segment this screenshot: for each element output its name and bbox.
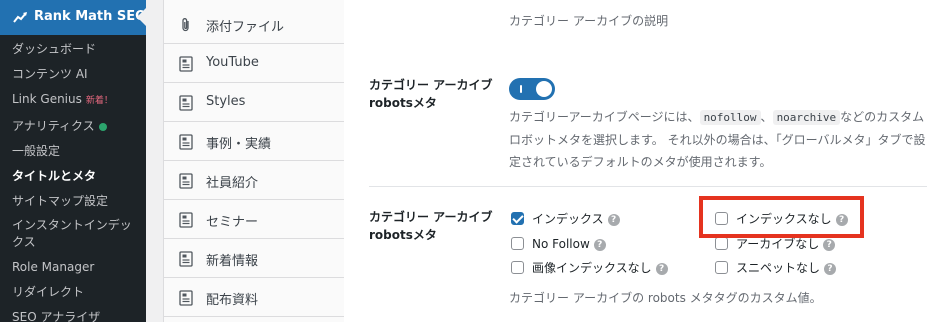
menu-item-label: Link Genius xyxy=(12,92,82,106)
menu-item-seo-analyzer[interactable]: SEO アナライザ xyxy=(0,308,146,322)
menu-item-titles-meta[interactable]: タイトルとメタ xyxy=(0,167,146,185)
field-description: カテゴリー アーカイブの説明 xyxy=(509,14,669,28)
code-noarchive: noarchive xyxy=(772,110,841,125)
option-text: No Follow xyxy=(532,237,590,251)
tab-attachments[interactable]: 添付ファイル xyxy=(164,6,344,44)
menu-item-label: リダイレクト xyxy=(12,285,85,299)
robots-meta-label: カテゴリー アーカイブrobotsメタ xyxy=(369,210,493,242)
index-checkbox[interactable] xyxy=(511,212,524,225)
menu-item-label: ダッシュボード xyxy=(12,42,97,56)
menu-item-dashboard[interactable]: ダッシュボード xyxy=(0,40,146,58)
tab-seminars[interactable]: セミナー xyxy=(164,201,344,239)
help-icon[interactable]: ? xyxy=(824,262,837,275)
rank-math-submenu: ダッシュボード コンテンツ AI Link Genius 新着！ アナリティクス … xyxy=(0,40,146,322)
option-text: アーカイブなし xyxy=(736,237,820,251)
menu-item-label: アナリティクス xyxy=(12,119,95,133)
menu-item-label: SEO アナライザ xyxy=(12,310,101,322)
nofollow-checkbox[interactable] xyxy=(511,237,524,250)
document-icon xyxy=(179,134,193,150)
tab-label: 添付ファイル xyxy=(206,20,285,35)
menu-item-label: コンテンツ AI xyxy=(12,67,88,81)
menu-item-general-settings[interactable]: 一般設定 xyxy=(0,142,146,160)
option-label: インデックス? xyxy=(532,210,620,228)
paperclip-icon xyxy=(182,18,189,32)
settings-panel: カテゴリー アーカイブの説明 カテゴリー アーカイブrobotsメタ カテゴリー… xyxy=(344,0,946,322)
tab-downloads[interactable]: 配布資料 xyxy=(164,279,344,317)
option-text: スニペットなし xyxy=(736,261,821,275)
status-dot-icon xyxy=(98,122,107,131)
tab-staff[interactable]: 社員紹介 xyxy=(164,162,344,200)
section-divider xyxy=(369,186,927,187)
menu-item-instant-indexing[interactable]: インスタントインデックス xyxy=(0,217,137,251)
option-text: インデックス xyxy=(532,212,604,226)
nosnippet-checkbox[interactable] xyxy=(715,261,728,274)
admin-sidebar: Rank Math SEO ダッシュボード コンテンツ AI Link Geni… xyxy=(0,0,146,322)
tab-label: Styles xyxy=(206,94,246,109)
toggle-on-icon xyxy=(520,85,522,93)
tab-label: 新着情報 xyxy=(206,254,259,269)
current-menu-arrow xyxy=(137,8,146,26)
document-icon xyxy=(179,56,193,72)
document-icon xyxy=(179,95,193,111)
menu-item-sitemap[interactable]: サイトマップ設定 xyxy=(0,192,146,210)
rank-math-title: Rank Math SEO xyxy=(34,9,146,24)
menu-item-label: タイトルとメタ xyxy=(12,169,97,183)
help-icon[interactable]: ? xyxy=(655,262,668,275)
help-icon[interactable]: ? xyxy=(593,238,606,251)
document-icon xyxy=(179,212,193,228)
tab-news[interactable]: 新着情報 xyxy=(164,240,344,278)
new-badge: 新着！ xyxy=(85,96,113,106)
code-nofollow: nofollow xyxy=(699,110,761,125)
tab-styles[interactable]: Styles xyxy=(164,84,344,122)
custom-robots-label: カテゴリー アーカイブrobotsメタ xyxy=(369,78,493,110)
menu-item-content-ai[interactable]: コンテンツ AI xyxy=(0,65,146,83)
tab-label: 事例・実績 xyxy=(206,137,272,152)
menu-item-label: Role Manager xyxy=(12,260,95,274)
menu-item-label: インスタントインデックス xyxy=(12,218,132,249)
option-label: No Follow? xyxy=(532,235,606,253)
help-icon[interactable]: ? xyxy=(823,238,836,251)
tab-label: 社員紹介 xyxy=(206,176,259,191)
help-icon[interactable]: ? xyxy=(607,213,620,226)
custom-robots-toggle[interactable] xyxy=(509,78,555,100)
option-label: 画像インデックスなし? xyxy=(532,259,668,277)
description-text: カテゴリーアーカイブページには、 xyxy=(509,110,700,124)
tab-label: YouTube xyxy=(206,55,259,70)
document-icon xyxy=(179,251,193,267)
custom-robots-description: カテゴリーアーカイブページには、 nofollow、 noarchive などのカスタ… xyxy=(509,106,929,173)
document-icon xyxy=(179,290,193,306)
rank-math-menu-header[interactable]: Rank Math SEO xyxy=(0,0,146,35)
separator: 、 xyxy=(760,110,773,124)
menu-item-role-manager[interactable]: Role Manager xyxy=(0,258,146,276)
tab-case-studies[interactable]: 事例・実績 xyxy=(164,123,344,161)
document-icon xyxy=(179,173,193,189)
option-label: スニペットなし? xyxy=(736,259,837,277)
noimageindex-checkbox[interactable] xyxy=(511,261,524,274)
noarchive-checkbox[interactable] xyxy=(715,237,728,250)
option-text: 画像インデックスなし xyxy=(532,261,652,275)
menu-item-link-genius[interactable]: Link Genius 新着！ xyxy=(0,90,146,110)
post-type-tabs: 添付ファイル YouTube Styles 事例・実績 社員紹介 セミナー 新着… xyxy=(163,0,345,322)
menu-item-redirections[interactable]: リダイレクト xyxy=(0,283,146,301)
menu-item-label: 一般設定 xyxy=(12,144,61,158)
toggle-knob xyxy=(536,81,552,97)
rank-math-logo-icon xyxy=(13,12,27,23)
annotation-highlight-box xyxy=(699,196,864,238)
robots-meta-description: カテゴリー アーカイブの robots メタタグのカスタム値。 xyxy=(509,291,822,305)
menu-item-label: サイトマップ設定 xyxy=(12,194,109,208)
tab-youtube[interactable]: YouTube xyxy=(164,45,344,83)
menu-item-analytics[interactable]: アナリティクス xyxy=(0,117,146,135)
tab-label: セミナー xyxy=(206,215,259,230)
tab-label: 配布資料 xyxy=(206,293,259,308)
